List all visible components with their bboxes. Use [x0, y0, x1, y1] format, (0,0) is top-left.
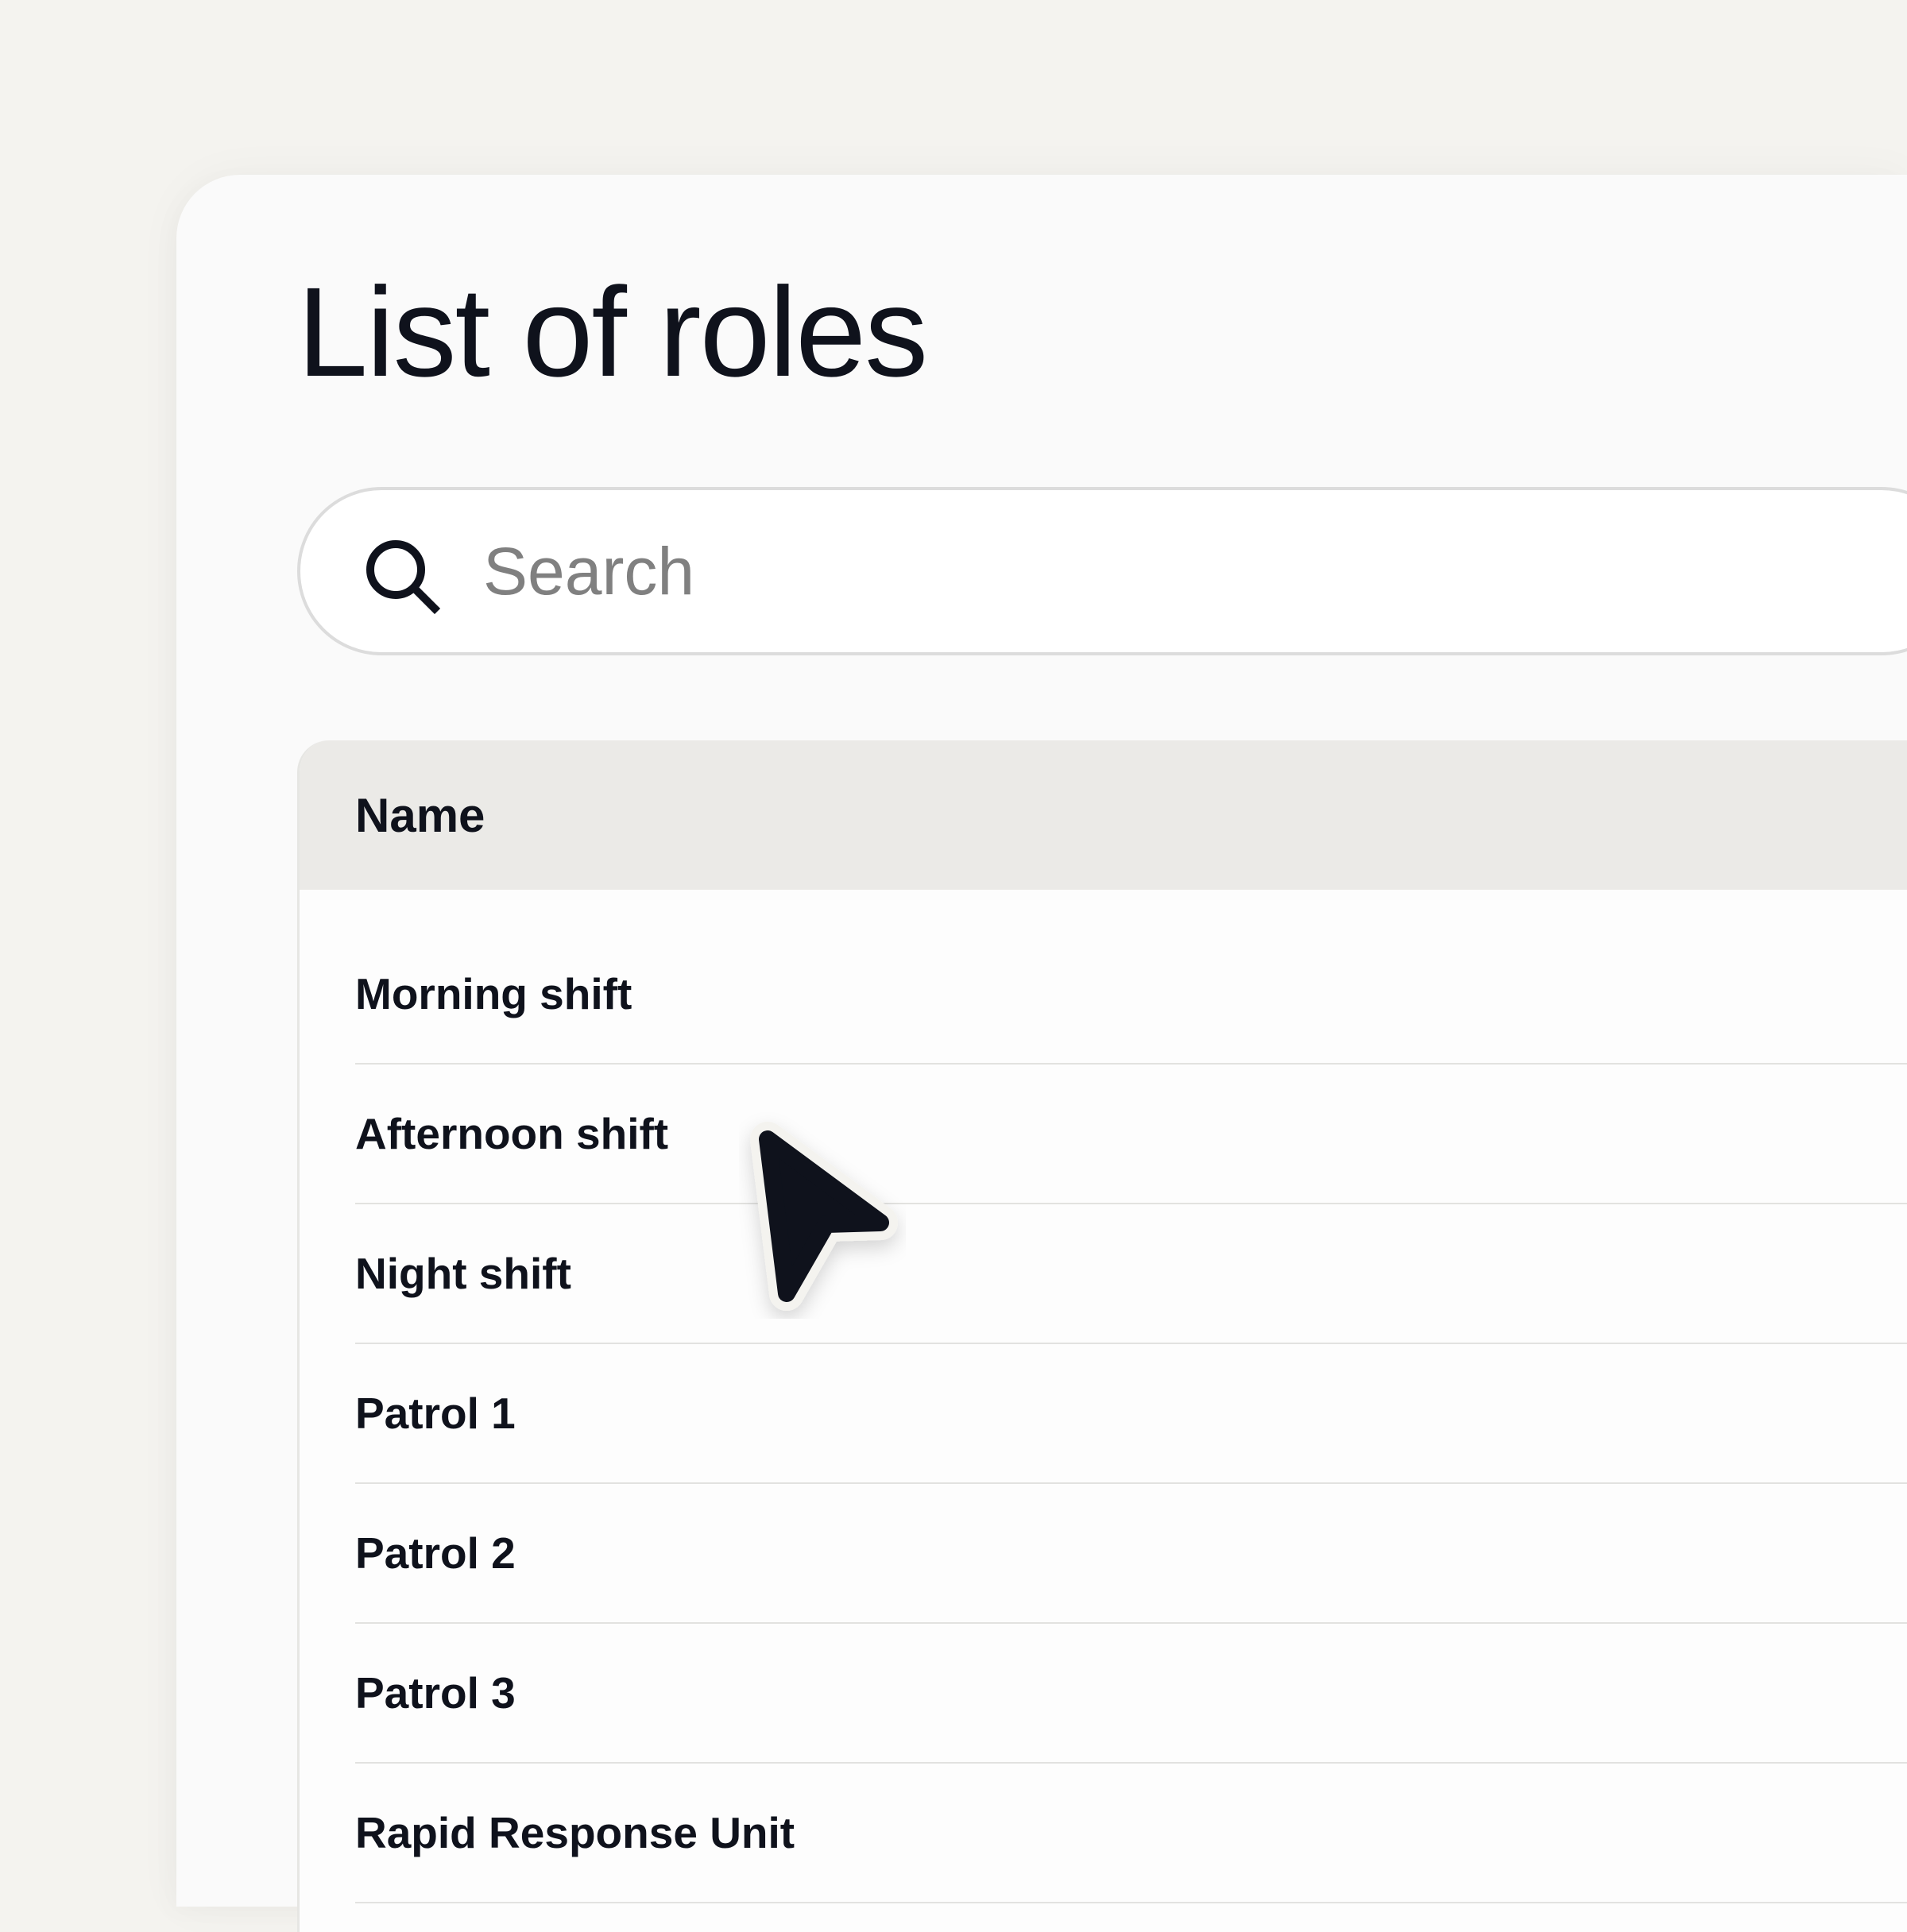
roles-table: Name Morning shift Afternoon shift Night…: [297, 740, 1907, 1932]
page-title: List of roles: [297, 261, 928, 403]
role-name: Patrol 3: [355, 1668, 516, 1718]
roles-window: List of roles Name Morning shift Afterno…: [176, 175, 1907, 1932]
table-row-morning-shift[interactable]: Morning shift: [355, 925, 1907, 1065]
role-name: Rapid Response Unit: [355, 1808, 795, 1857]
role-name: Patrol 2: [355, 1528, 516, 1578]
table-row-afternoon-shift[interactable]: Afternoon shift: [355, 1065, 1907, 1204]
role-name: Afternoon shift: [355, 1109, 669, 1158]
table-body: Morning shift Afternoon shift Night shif…: [355, 890, 1907, 1903]
table-row-night-shift[interactable]: Night shift: [355, 1204, 1907, 1344]
role-name: Night shift: [355, 1249, 571, 1298]
role-name: Patrol 1: [355, 1389, 516, 1438]
table-row-patrol-3[interactable]: Patrol 3: [355, 1624, 1907, 1764]
search-input[interactable]: [483, 490, 1754, 652]
column-header-name[interactable]: Name: [355, 788, 485, 843]
search-icon: [366, 540, 440, 614]
role-name: Morning shift: [355, 969, 632, 1018]
table-row-rapid-response-unit[interactable]: Rapid Response Unit: [355, 1764, 1907, 1903]
table-row-patrol-2[interactable]: Patrol 2: [355, 1484, 1907, 1624]
search-bar[interactable]: [297, 487, 1907, 655]
table-row-patrol-1[interactable]: Patrol 1: [355, 1344, 1907, 1484]
table-header: Name: [300, 740, 1907, 890]
